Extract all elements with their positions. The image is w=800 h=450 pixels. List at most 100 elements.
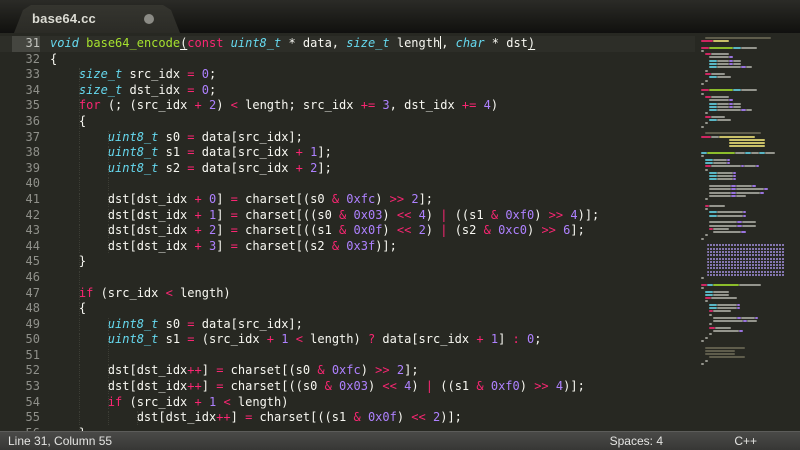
- indentation-selector[interactable]: Spaces: 4: [610, 434, 663, 448]
- line-number: 46: [25, 269, 40, 284]
- indent-guide: [107, 411, 109, 425]
- minimap[interactable]: [695, 33, 800, 431]
- line-number: 36: [25, 113, 40, 128]
- syntax-selector[interactable]: C++: [734, 434, 757, 448]
- indent-guide: [136, 411, 138, 425]
- indent-guide: [78, 364, 80, 379]
- line-number: 35: [25, 98, 40, 113]
- line-number: 47: [25, 285, 40, 300]
- code-line[interactable]: {: [50, 52, 800, 68]
- indent-guide: [107, 380, 109, 394]
- code-line[interactable]: }: [50, 254, 800, 270]
- code-line[interactable]: dst[dst_idx + 0] = charset[(s0 & 0xfc) >…: [50, 192, 800, 208]
- indent-guide: [107, 177, 109, 191]
- line-number-gutter: 31 32 33 34 35 36 37 38 39 40 41 42 43 44 45 46 47 48 49 50…: [0, 36, 40, 431]
- line-number: 38: [25, 145, 40, 160]
- code-line[interactable]: for (; (src_idx + 2) < length; src_idx +…: [50, 98, 800, 114]
- line-number: 40: [25, 176, 40, 191]
- code-line[interactable]: uint8_t s0 = data[src_idx];: [50, 130, 800, 146]
- line-number: 32: [25, 51, 40, 66]
- indent-guide: [78, 411, 80, 425]
- indent-guide: [78, 302, 80, 316]
- line-number: 45: [25, 254, 40, 269]
- line-number: 49: [25, 316, 40, 331]
- code-line[interactable]: size_t src_idx = 0;: [50, 67, 800, 83]
- indent-guide: [107, 161, 109, 176]
- indent-guide: [78, 239, 80, 254]
- indent-guide: [78, 192, 80, 207]
- indent-guide: [78, 348, 80, 363]
- code-line[interactable]: dst[dst_idx++] = charset[((s1 & 0x0f) <<…: [50, 410, 800, 426]
- line-number: 34: [25, 82, 40, 97]
- code-line[interactable]: uint8_t s2 = data[src_idx + 2];: [50, 161, 800, 177]
- indent-guide: [78, 99, 80, 113]
- code-line[interactable]: {: [50, 301, 800, 317]
- code-line[interactable]: dst[dst_idx + 2] = charset[((s1 & 0x0f) …: [50, 223, 800, 239]
- code-line[interactable]: [50, 270, 800, 286]
- tab-base64cc[interactable]: base64.cc: [14, 5, 180, 33]
- indent-guide: [107, 146, 109, 160]
- indent-guide: [78, 270, 80, 285]
- indent-guide: [107, 333, 109, 347]
- line-number: 52: [25, 363, 40, 378]
- line-number: 54: [25, 394, 40, 409]
- indent-guide: [78, 224, 80, 238]
- indent-guide: [78, 161, 80, 176]
- code-line[interactable]: [50, 176, 800, 192]
- indent-guide: [107, 395, 109, 410]
- indent-guide: [78, 83, 80, 98]
- sublime-text-window: base64.cc 31 32 33 34 35 36 37 38 39 40 41 42 43 44 45…: [0, 0, 800, 450]
- line-number: 53: [25, 379, 40, 394]
- unsaved-changes-icon[interactable]: [144, 14, 154, 24]
- minimap-row: [701, 362, 792, 366]
- indent-guide: [107, 130, 109, 145]
- indent-guide: [78, 114, 80, 129]
- indent-guide: [78, 317, 80, 332]
- indent-guide: [78, 146, 80, 160]
- indent-guide: [78, 130, 80, 145]
- code-editor[interactable]: 31 32 33 34 35 36 37 38 39 40 41 42 43 44 45 46 47 48 49 50…: [0, 33, 800, 431]
- indent-guide: [107, 208, 109, 223]
- indent-guide: [107, 348, 109, 363]
- code-line[interactable]: {: [50, 114, 800, 130]
- line-number: 33: [25, 67, 40, 82]
- line-number: 55: [25, 410, 40, 425]
- indent-guide: [107, 224, 109, 238]
- code-line[interactable]: uint8_t s0 = data[src_idx];: [50, 317, 800, 333]
- cursor-position-indicator: Line 31, Column 55: [8, 434, 113, 448]
- code-line[interactable]: size_t dst_idx = 0;: [50, 83, 800, 99]
- status-bar: Line 31, Column 55 Spaces: 4 C++: [0, 431, 800, 450]
- code-line[interactable]: [50, 348, 800, 364]
- code-line[interactable]: dst[dst_idx + 1] = charset[((s0 & 0x03) …: [50, 208, 800, 224]
- code-line[interactable]: dst[dst_idx + 3] = charset[(s2 & 0x3f)];: [50, 239, 800, 255]
- code-line[interactable]: dst[dst_idx++] = charset[(s0 & 0xfc) >> …: [50, 363, 800, 379]
- line-number: 51: [25, 347, 40, 362]
- line-number: 41: [25, 191, 40, 206]
- indent-guide: [78, 208, 80, 223]
- tab-label: base64.cc: [32, 11, 96, 26]
- indent-guide: [78, 255, 80, 269]
- line-number: 43: [25, 223, 40, 238]
- indent-guide: [78, 395, 80, 410]
- line-number: 37: [25, 129, 40, 144]
- code-line[interactable]: void base64_encode(const uint8_t * data,…: [0, 36, 800, 52]
- tab-bar: base64.cc: [0, 0, 800, 33]
- line-number: 42: [25, 207, 40, 222]
- code-line[interactable]: uint8_t s1 = (src_idx + 1 < length) ? da…: [50, 332, 800, 348]
- line-number: 39: [25, 160, 40, 175]
- code-line[interactable]: dst[dst_idx++] = charset[((s0 & 0x03) <<…: [50, 379, 800, 395]
- code-line[interactable]: uint8_t s1 = data[src_idx + 1];: [50, 145, 800, 161]
- indent-guide: [107, 317, 109, 332]
- indent-guide: [78, 333, 80, 347]
- indent-guide: [78, 380, 80, 394]
- indent-guide: [78, 68, 80, 82]
- indent-guide: [107, 364, 109, 379]
- line-number: 50: [25, 332, 40, 347]
- code-text-area[interactable]: void base64_encode(const uint8_t * data,…: [50, 36, 800, 431]
- line-number: 44: [25, 238, 40, 253]
- line-number: 48: [25, 301, 40, 316]
- code-line[interactable]: if (src_idx + 1 < length): [50, 395, 800, 411]
- indent-guide: [107, 192, 109, 207]
- indent-guide: [107, 239, 109, 254]
- code-line[interactable]: if (src_idx < length): [50, 286, 800, 302]
